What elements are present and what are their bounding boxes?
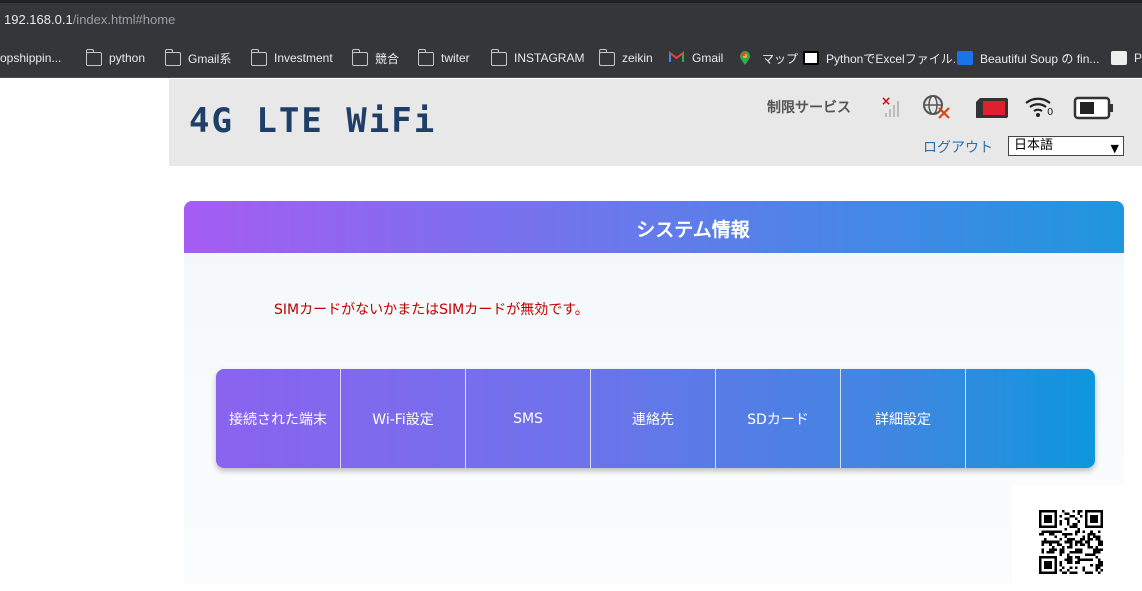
site-icon <box>957 51 973 65</box>
bookmarks-bar: opshippin... python Gmail系 Investment 競合… <box>0 38 1142 78</box>
logo: 4G LTE WiFi <box>189 101 437 141</box>
folder-icon <box>250 49 267 66</box>
folder-icon <box>351 49 368 66</box>
battery-icon <box>1073 96 1115 124</box>
browser-address-bar[interactable]: 192.168.0.1/index.html#home <box>0 0 1142 38</box>
bookmark-twiter[interactable]: twiter <box>417 49 470 66</box>
nav-connected-devices[interactable]: 接続された端末 <box>216 369 341 468</box>
router-header: 4G LTE WiFi 制限サービス × 0 ログアウト 日本語 ▼ <box>169 79 1142 166</box>
gmail-icon <box>669 50 685 65</box>
url-text[interactable]: 192.168.0.1/index.html#home <box>4 12 175 27</box>
bookmark-instagram[interactable]: INSTAGRAM <box>490 49 584 66</box>
language-select[interactable]: 日本語 ▼ <box>1008 136 1124 156</box>
bookmark-zeikin[interactable]: zeikin <box>598 49 653 66</box>
bookmark-maps[interactable]: マップ <box>739 50 798 66</box>
nav-contacts[interactable]: 連絡先 <box>591 369 716 468</box>
nav-sms[interactable]: SMS <box>466 369 591 468</box>
folder-icon <box>417 49 434 66</box>
chevron-down-icon: ▼ <box>1110 142 1119 155</box>
sim-warning-message: SIMカードがないかまたはSIMカードが無効です。 <box>274 302 589 318</box>
qr-code <box>1012 485 1128 583</box>
site-icon <box>803 51 819 65</box>
nav-sd-card[interactable]: SDカード <box>716 369 841 468</box>
bookmark-python-excel[interactable]: PythonでExcelファイル... <box>803 50 963 66</box>
no-internet-icon <box>922 94 952 124</box>
limited-service-label: 制限サービス <box>767 100 851 116</box>
logout-link[interactable]: ログアウト <box>923 137 993 157</box>
svg-text:×: × <box>881 95 891 108</box>
bookmark-python[interactable]: python <box>85 49 145 66</box>
bookmark-competitors[interactable]: 競合 <box>351 49 399 66</box>
nav-wifi-settings[interactable]: Wi-Fi設定 <box>341 369 466 468</box>
language-select-value: 日本語 <box>1014 138 1054 153</box>
system-info-panel: システム情報 SIMカードがないかまたはSIMカードが無効です。 接続された端末… <box>184 201 1124 584</box>
bookmark-gmail[interactable]: Gmail <box>669 50 723 66</box>
folder-icon <box>598 49 615 66</box>
sim-error-icon <box>974 96 1010 124</box>
maps-icon <box>739 51 755 65</box>
bookmark-investment[interactable]: Investment <box>250 49 333 66</box>
nav-empty-slot <box>966 369 1091 468</box>
folder-icon <box>164 49 181 66</box>
bookmark-gmail-folder[interactable]: Gmail系 <box>164 49 231 66</box>
bookmark-beautiful-soup[interactable]: Beautiful Soup の fin... <box>957 50 1099 66</box>
panel-title: システム情報 <box>636 219 750 241</box>
bookmark-py[interactable]: Py <box>1111 50 1142 66</box>
bookmark-opshipping[interactable]: opshippin... <box>0 50 61 66</box>
folder-icon <box>85 49 102 66</box>
nav-advanced-settings[interactable]: 詳細設定 <box>841 369 966 468</box>
folder-icon <box>490 49 507 66</box>
panel-header: システム情報 <box>184 201 1124 253</box>
no-signal-icon: × <box>879 94 903 123</box>
wifi-client-count: 0 <box>1047 107 1054 118</box>
main-nav: 接続された端末 Wi-Fi設定 SMS 連絡先 SDカード 詳細設定 <box>216 369 1095 468</box>
page-icon <box>1111 51 1127 65</box>
